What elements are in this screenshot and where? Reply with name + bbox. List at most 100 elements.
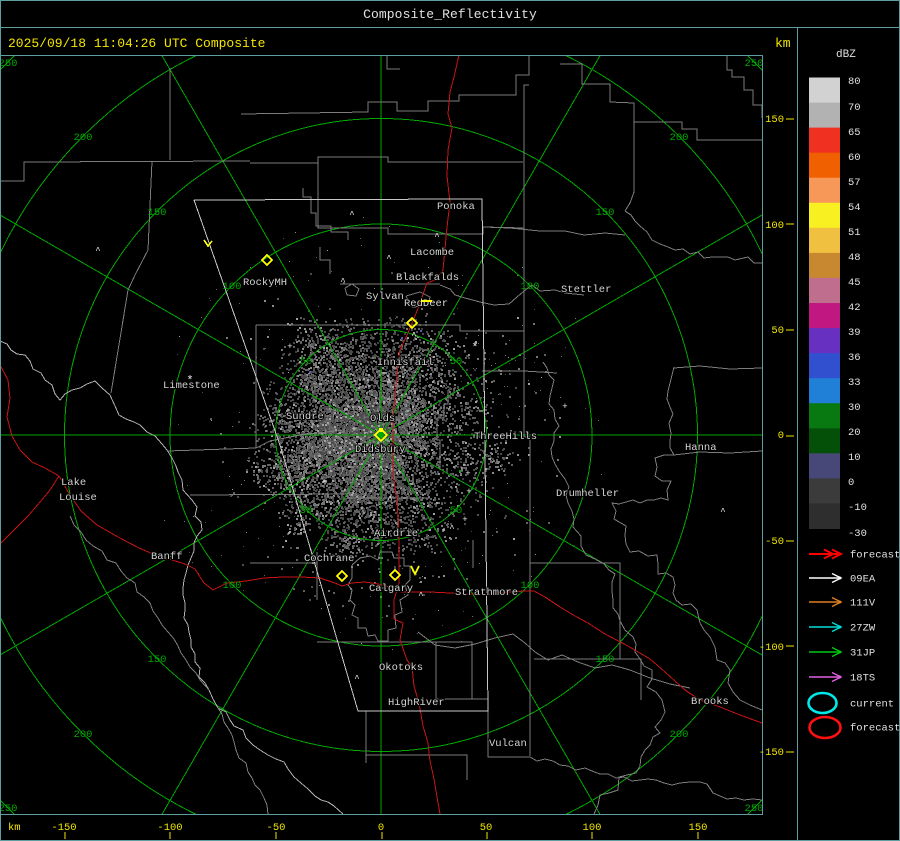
svg-text:*: * xyxy=(186,374,193,388)
svg-text:Hanna: Hanna xyxy=(685,442,717,454)
svg-text:^: ^ xyxy=(720,507,725,517)
svg-text:70: 70 xyxy=(848,102,861,114)
svg-text:Louise: Louise xyxy=(59,492,97,504)
svg-text:36: 36 xyxy=(848,352,861,364)
svg-text:Vulcan: Vulcan xyxy=(489,738,527,750)
svg-text:^: ^ xyxy=(418,591,423,601)
svg-text:Ponoka: Ponoka xyxy=(437,201,475,213)
svg-text:Lacombe: Lacombe xyxy=(410,247,454,259)
svg-text:Banff: Banff xyxy=(151,551,183,563)
svg-text:20: 20 xyxy=(848,427,861,439)
svg-text:2025/09/18 11:04:26 UTC Compos: 2025/09/18 11:04:26 UTC Composite xyxy=(8,36,265,51)
svg-text:50: 50 xyxy=(771,325,784,337)
svg-text:Cochrane: Cochrane xyxy=(304,553,354,565)
svg-text:current: current xyxy=(850,699,894,711)
svg-text:^: ^ xyxy=(411,331,416,341)
svg-text:+: + xyxy=(351,425,356,435)
svg-text:100: 100 xyxy=(521,281,540,293)
svg-text:HighRiver: HighRiver xyxy=(388,697,445,709)
svg-text:100: 100 xyxy=(521,580,540,592)
svg-text:Drumheller: Drumheller xyxy=(556,488,619,500)
svg-text:10: 10 xyxy=(848,452,861,464)
svg-text:km: km xyxy=(8,822,21,834)
svg-text:Sundre: Sundre xyxy=(286,411,324,423)
svg-text:forecast: forecast xyxy=(850,723,900,735)
svg-text:+: + xyxy=(287,342,292,352)
svg-text:33: 33 xyxy=(848,377,861,389)
svg-text:27ZW: 27ZW xyxy=(850,623,876,635)
svg-text:57: 57 xyxy=(848,177,861,189)
svg-text:250: 250 xyxy=(745,803,764,815)
svg-text:150: 150 xyxy=(596,654,615,666)
svg-text:forecast: forecast xyxy=(850,550,900,562)
svg-text:100: 100 xyxy=(223,580,242,592)
svg-text:45: 45 xyxy=(848,277,861,289)
svg-text:31JP: 31JP xyxy=(850,648,875,660)
svg-text:200: 200 xyxy=(74,729,93,741)
svg-text:Brooks: Brooks xyxy=(691,696,729,708)
svg-text:50: 50 xyxy=(300,505,313,517)
svg-text:150: 150 xyxy=(148,654,167,666)
svg-text:^: ^ xyxy=(349,210,354,220)
svg-text:dBZ: dBZ xyxy=(836,49,856,61)
svg-text:0: 0 xyxy=(848,477,854,489)
svg-text:-50: -50 xyxy=(765,536,784,548)
svg-text:-30: -30 xyxy=(848,528,867,540)
svg-text:111V: 111V xyxy=(850,598,876,610)
svg-text:60: 60 xyxy=(848,152,861,164)
svg-text:-150: -150 xyxy=(759,747,784,759)
svg-text:Didsbury: Didsbury xyxy=(355,444,405,456)
svg-text:Blackfalds: Blackfalds xyxy=(396,272,459,284)
svg-text:30: 30 xyxy=(848,402,861,414)
svg-text:^: ^ xyxy=(386,378,391,388)
svg-text:18TS: 18TS xyxy=(850,673,875,685)
svg-text:km: km xyxy=(775,36,791,51)
svg-text:-150: -150 xyxy=(51,822,76,834)
svg-text:RedDeer: RedDeer xyxy=(404,298,448,310)
svg-text:+: + xyxy=(465,469,470,479)
svg-text:250: 250 xyxy=(745,58,764,70)
svg-text:150: 150 xyxy=(765,114,784,126)
svg-text:09EA: 09EA xyxy=(850,574,876,586)
svg-text:54: 54 xyxy=(848,202,861,214)
svg-text:250: 250 xyxy=(0,803,17,815)
svg-text:39: 39 xyxy=(848,327,861,339)
svg-text:RockyMH: RockyMH xyxy=(243,277,287,289)
svg-text:100: 100 xyxy=(223,281,242,293)
svg-text:+: + xyxy=(466,487,471,497)
svg-text:200: 200 xyxy=(670,132,689,144)
svg-text:^: ^ xyxy=(95,246,100,256)
svg-text:Strathmore: Strathmore xyxy=(455,587,518,599)
svg-text:50: 50 xyxy=(300,356,313,368)
svg-text:^: ^ xyxy=(378,465,383,475)
svg-text:Okotoks: Okotoks xyxy=(379,662,423,674)
svg-text:-10: -10 xyxy=(848,502,867,514)
svg-text:50: 50 xyxy=(450,356,463,368)
svg-text:^: ^ xyxy=(340,277,345,287)
svg-text:^: ^ xyxy=(387,495,392,505)
svg-text:200: 200 xyxy=(670,729,689,741)
svg-text:65: 65 xyxy=(848,127,861,139)
svg-text:+: + xyxy=(462,515,467,525)
svg-text:*: * xyxy=(471,341,478,355)
svg-text:100: 100 xyxy=(765,220,784,232)
svg-text:50: 50 xyxy=(450,505,463,517)
svg-text:200: 200 xyxy=(74,132,93,144)
svg-text:80: 80 xyxy=(848,76,861,88)
svg-text:150: 150 xyxy=(148,207,167,219)
svg-text:ThreeHills: ThreeHills xyxy=(474,431,537,443)
svg-text:51: 51 xyxy=(848,227,861,239)
svg-text:50: 50 xyxy=(480,822,493,834)
svg-text:0: 0 xyxy=(378,822,384,834)
svg-text:Calgary: Calgary xyxy=(369,583,413,595)
svg-text:Stettler: Stettler xyxy=(561,284,611,296)
svg-text:-100: -100 xyxy=(759,642,784,654)
svg-text:^: ^ xyxy=(434,232,439,242)
svg-text:250: 250 xyxy=(0,58,17,70)
svg-text:42: 42 xyxy=(848,302,861,314)
svg-text:+: + xyxy=(562,402,567,412)
svg-text:^: ^ xyxy=(354,674,359,684)
svg-text:0: 0 xyxy=(778,430,784,442)
svg-text:+: + xyxy=(322,478,327,488)
svg-text:150: 150 xyxy=(596,207,615,219)
